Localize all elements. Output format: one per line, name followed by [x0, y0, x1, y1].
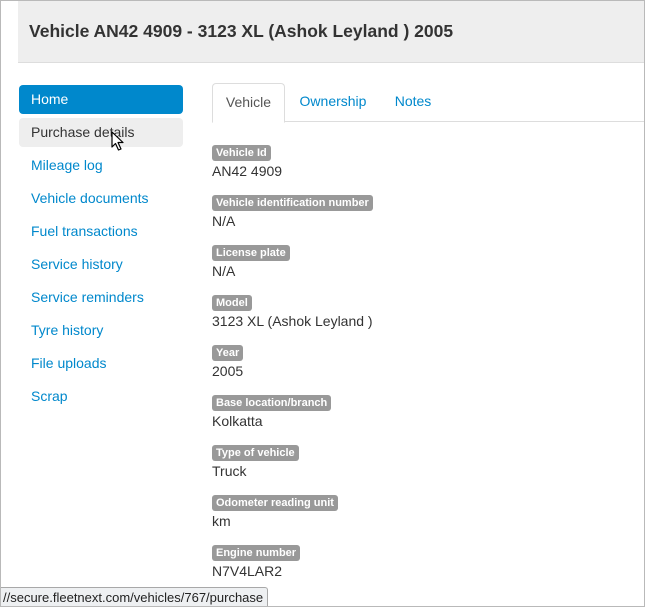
field-value: N/A: [212, 213, 236, 229]
field-label: License plate: [212, 245, 290, 261]
field-vehicle-id: Vehicle Id AN42 4909: [212, 143, 373, 193]
field-label: Type of vehicle: [212, 445, 299, 461]
sidebar-item-home[interactable]: Home: [19, 85, 183, 114]
field-license-plate: License plate N/A: [212, 243, 373, 293]
field-value: 2005: [212, 363, 244, 379]
tab-notes[interactable]: Notes: [388, 83, 438, 120]
field-value: N/A: [212, 263, 236, 279]
mouse-pointer-icon: [111, 131, 124, 151]
field-value: AN42 4909: [212, 163, 283, 179]
field-vin: Vehicle identification number N/A: [212, 193, 373, 243]
sidebar-item-service-history[interactable]: Service history: [19, 250, 183, 279]
field-label: Engine number: [212, 545, 301, 561]
field-odometer-unit: Odometer reading unit km: [212, 493, 373, 543]
sidebar-item-service-reminders[interactable]: Service reminders: [19, 283, 183, 312]
field-label: Vehicle Id: [212, 145, 271, 161]
tab-ownership[interactable]: Ownership: [293, 83, 373, 120]
sidebar-item-tyre-history[interactable]: Tyre history: [19, 316, 183, 345]
field-model: Model 3123 XL (Ashok Leyland ): [212, 293, 373, 343]
field-label: Vehicle identification number: [212, 195, 373, 211]
field-label: Year: [212, 345, 244, 361]
field-year: Year 2005: [212, 343, 373, 393]
tab-vehicle[interactable]: Vehicle: [212, 83, 285, 123]
page-header: Vehicle AN42 4909 - 3123 XL (Ashok Leyla…: [18, 1, 644, 63]
page-title: Vehicle AN42 4909 - 3123 XL (Ashok Leyla…: [29, 21, 454, 41]
status-bar-url: //secure.fleetnext.com/vehicles/767/purc…: [1, 587, 269, 606]
sidebar-item-mileage-log[interactable]: Mileage log: [19, 151, 183, 180]
vehicle-details: Vehicle Id AN42 4909 Vehicle identificat…: [212, 143, 373, 593]
sidebar-nav: Home Purchase details Mileage log Vehicl…: [19, 85, 183, 415]
field-label: Model: [212, 295, 252, 311]
field-base-location: Base location/branch Kolkatta: [212, 393, 373, 443]
browser-viewport: Vehicle AN42 4909 - 3123 XL (Ashok Leyla…: [0, 0, 645, 607]
field-value: Kolkatta: [212, 413, 263, 429]
sidebar-item-fuel-transactions[interactable]: Fuel transactions: [19, 217, 183, 246]
sidebar-item-vehicle-documents[interactable]: Vehicle documents: [19, 184, 183, 213]
sidebar-item-purchase-details[interactable]: Purchase details: [19, 118, 183, 147]
field-label: Base location/branch: [212, 395, 332, 411]
field-value: 3123 XL (Ashok Leyland ): [212, 313, 373, 329]
field-value: Truck: [212, 463, 247, 479]
field-type-of-vehicle: Type of vehicle Truck: [212, 443, 373, 493]
field-engine-number: Engine number N7V4LAR2: [212, 543, 373, 593]
field-label: Odometer reading unit: [212, 495, 338, 511]
tab-bar: Vehicle Ownership Notes: [212, 83, 644, 123]
field-value: km: [212, 513, 231, 529]
field-value: N7V4LAR2: [212, 563, 283, 579]
sidebar-item-file-uploads[interactable]: File uploads: [19, 349, 183, 378]
sidebar-item-scrap[interactable]: Scrap: [19, 382, 183, 411]
